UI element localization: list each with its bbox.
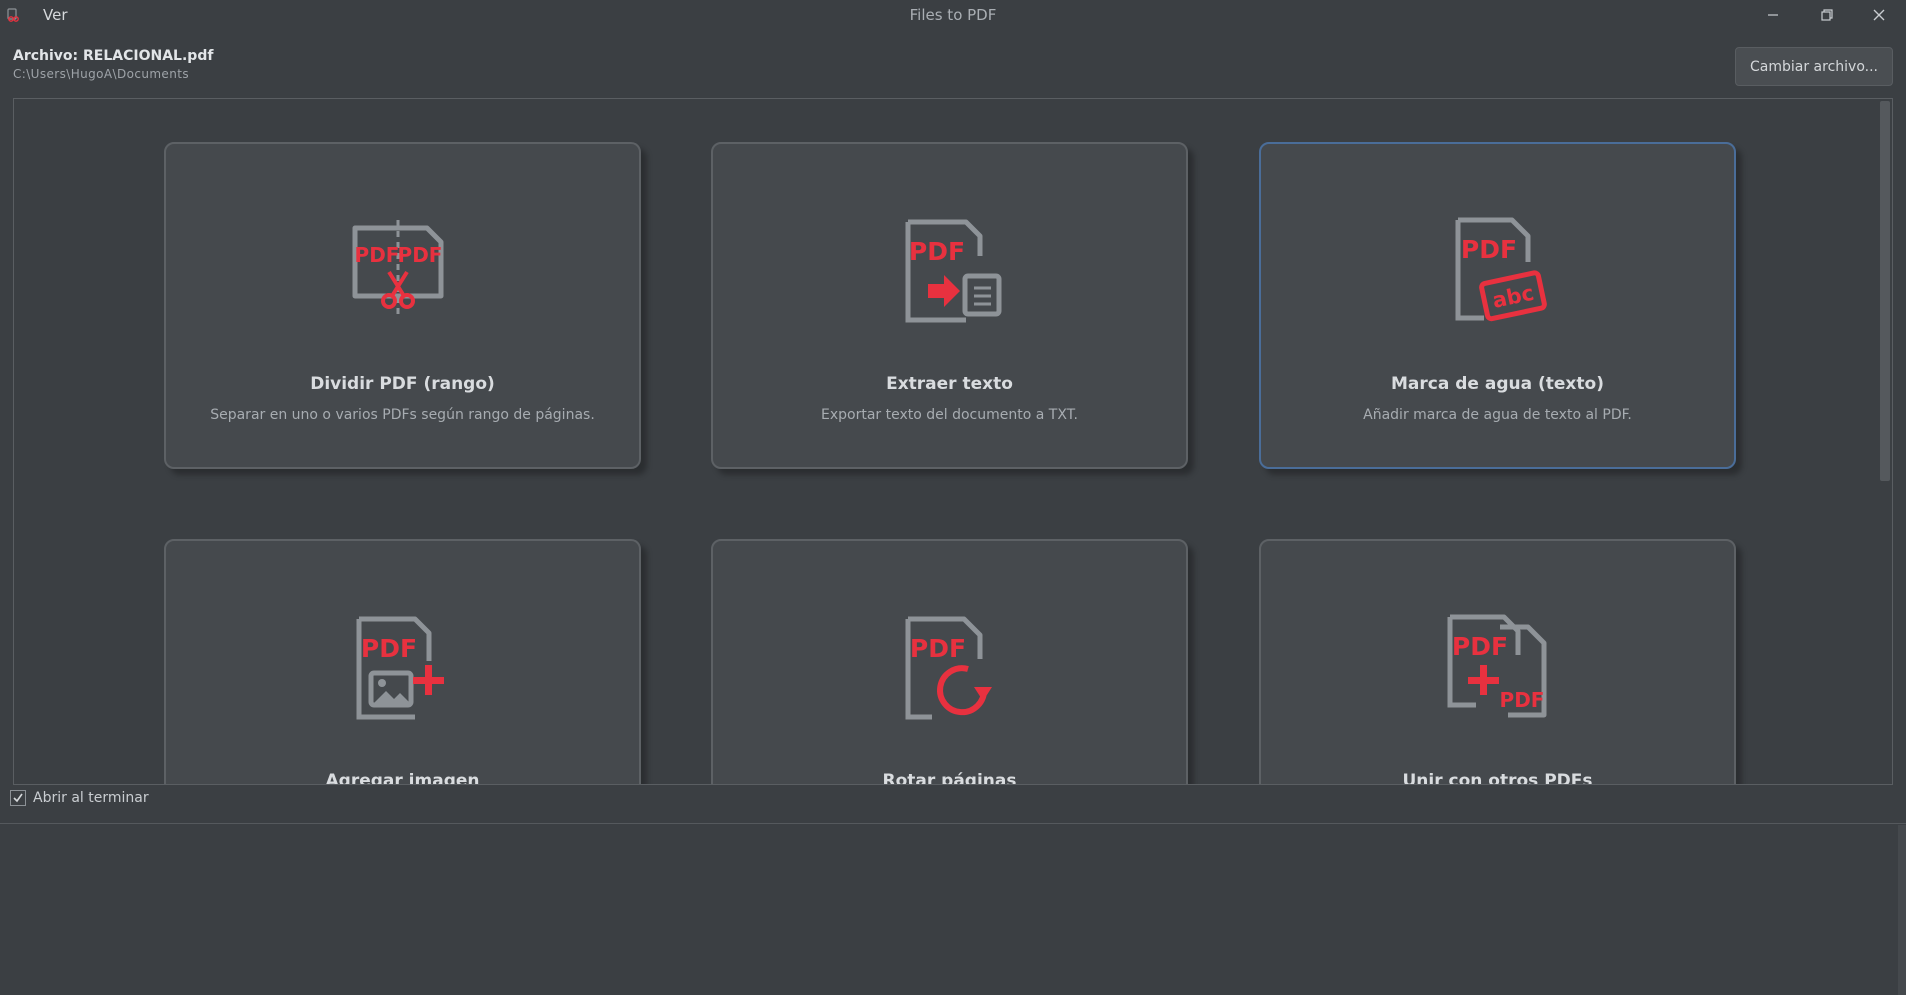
card-description: Separar en uno o varios PDFs según rango… [210,407,595,423]
open-on-finish-option[interactable]: Abrir al terminar [10,790,149,806]
card-split-pdf[interactable]: PDF PDF Dividir PDF (rango) Separar en u… [164,142,641,469]
checkmark-icon [13,793,23,803]
file-path-label: C:\Users\HugoA\Documents [13,67,189,81]
card-title: Agregar imagen [325,771,480,785]
extract-text-icon: PDF [905,219,1001,323]
card-rotate-pages[interactable]: PDF Rotar páginas [711,539,1188,785]
close-button[interactable] [1852,0,1906,30]
card-merge-pdfs[interactable]: PDF PDF Unir con otros PDFs [1259,539,1736,785]
card-description: Añadir marca de agua de texto al PDF. [1363,407,1632,423]
vertical-scrollbar[interactable] [1878,99,1892,784]
close-icon [1873,9,1885,21]
rotate-pages-icon: PDF [905,616,992,720]
restore-button[interactable] [1800,0,1854,30]
file-name-label: Archivo: RELACIONAL.pdf [13,48,214,64]
svg-text:PDF: PDF [908,237,964,266]
svg-text:PDF: PDF [909,634,965,663]
svg-text:PDF: PDF [1499,688,1544,712]
change-file-button[interactable]: Cambiar archivo... [1735,47,1893,86]
svg-text:PDF: PDF [360,634,416,663]
log-scrollbar[interactable] [1898,825,1906,995]
minimize-button[interactable] [1746,0,1800,30]
card-extract-text[interactable]: PDF Extraer texto Exportar texto del doc… [711,142,1188,469]
title-bar: Ver Files to PDF [0,0,1906,30]
svg-text:abc: abc [1490,281,1536,313]
split-pdf-icon: PDF PDF [352,220,443,314]
tools-panel[interactable]: PDF PDF Dividir PDF (rango) Separar en u… [13,98,1893,785]
app-logo-icon [7,8,19,22]
card-watermark-text[interactable]: PDF abc Marca de agua (texto) Añadir mar… [1259,142,1736,469]
divider [0,823,1906,824]
svg-text:PDF: PDF [1451,632,1507,661]
svg-text:PDF: PDF [1460,235,1516,264]
svg-text:PDF: PDF [397,243,442,267]
open-on-finish-label: Abrir al terminar [33,790,149,806]
file-info: Archivo: RELACIONAL.pdf C:\Users\HugoA\D… [13,48,213,81]
watermark-icon: PDF abc [1455,217,1547,322]
card-title: Marca de agua (texto) [1391,374,1604,394]
card-description: Exportar texto del documento a TXT. [820,407,1079,423]
card-title: Extraer texto [886,374,1013,394]
add-image-icon: PDF [356,616,444,720]
card-title: Rotar páginas [882,771,1017,785]
window-title: Files to PDF [909,6,997,24]
card-title: Unir con otros PDFs [1402,771,1593,785]
svg-text:PDF: PDF [354,243,399,267]
menu-ver[interactable]: Ver [43,6,68,24]
card-title: Dividir PDF (rango) [310,374,495,394]
minimize-icon [1768,14,1778,16]
card-add-image[interactable]: PDF Agregar imagen [164,539,641,785]
merge-pdfs-icon: PDF PDF [1447,614,1546,718]
restore-icon [1821,9,1833,21]
open-on-finish-checkbox[interactable] [10,790,26,806]
scrollbar-thumb[interactable] [1880,101,1890,481]
